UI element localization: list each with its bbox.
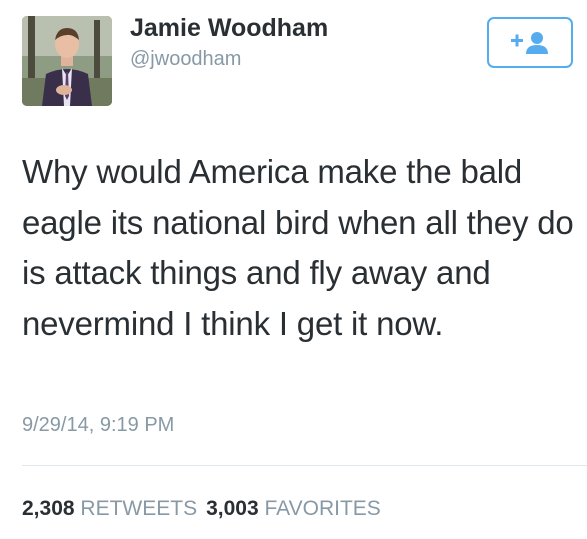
avatar-photo xyxy=(22,16,112,106)
retweets-count: 2,308 xyxy=(22,497,75,520)
divider xyxy=(22,465,587,466)
favorites-count: 3,003 xyxy=(206,497,259,520)
tweet-timestamp[interactable]: 9/29/14, 9:19 PM xyxy=(22,414,174,437)
follow-button[interactable] xyxy=(487,17,573,68)
retweets-label: RETWEETS xyxy=(80,497,198,520)
author-handle[interactable]: @jwoodham xyxy=(130,48,241,71)
favorites-stat[interactable]: 3,003 FAVORITES xyxy=(206,497,381,520)
retweets-stat[interactable]: 2,308 RETWEETS xyxy=(22,497,197,520)
avatar[interactable] xyxy=(22,16,112,106)
tweet-stats: 2,308 RETWEETS 3,003 FAVORITES xyxy=(22,497,381,521)
follow-person-plus-icon xyxy=(511,32,548,54)
favorites-label: FAVORITES xyxy=(264,497,381,520)
tweet-text: Why would America make the bald eagle it… xyxy=(22,153,574,342)
author-name[interactable]: Jamie Woodham xyxy=(130,14,328,43)
